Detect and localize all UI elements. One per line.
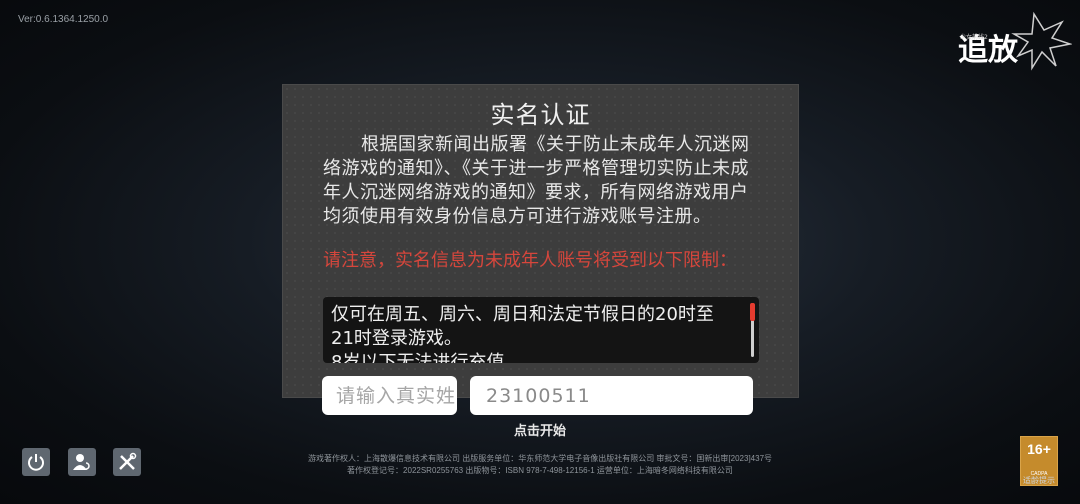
logo-small-text: 少女前线2 xyxy=(960,34,988,41)
power-button[interactable] xyxy=(22,448,50,476)
tools-icon xyxy=(119,452,137,470)
restrictions-box[interactable]: 仅可在周五、周六、周日和法定节假日的20时至21时登录游戏。 8岁以下无法进行充… xyxy=(323,297,759,363)
minor-warning: 请注意，实名信息为未成年人账号将受到以下限制： xyxy=(323,250,737,271)
age-rating-tip: 适龄提示 xyxy=(1023,476,1055,485)
logo-mark: 追放 xyxy=(958,11,1073,71)
dialog-title: 实名认证 xyxy=(490,101,591,129)
policy-notice: 根据国家新闻出版署《关于防止未成年人沉迷网络游戏的通知》、《关于进一步严格管理切… xyxy=(323,134,750,227)
power-icon xyxy=(28,454,44,471)
tools-button[interactable] xyxy=(113,448,141,476)
restrictions-text: 仅可在周五、周六、周日和法定节假日的20时至21时登录游戏。 8岁以下无法进行充… xyxy=(331,304,714,363)
real-name-dialog: 实名认证 根据国家新闻出版署《关于防止未成年人沉迷网络游戏的通知》、《关于进一步… xyxy=(282,84,799,398)
footer-line-2: 著作权登记号：2022SR0255763 出版物号：ISBN 978-7-498… xyxy=(347,466,733,475)
start-button[interactable]: 点击开始 xyxy=(500,420,580,439)
scrollbar-thumb[interactable] xyxy=(750,303,755,321)
name-input[interactable] xyxy=(322,376,457,415)
user-switch-icon xyxy=(73,454,90,470)
account-button[interactable] xyxy=(68,448,96,476)
footer-line-1: 游戏著作权人：上海散爆信息技术有限公司 出版服务单位：华东师范大学电子音像出版社… xyxy=(307,454,773,463)
game-logo: 少女前线2 追放 xyxy=(952,10,1073,72)
age-rating-label: 16+ xyxy=(1027,441,1051,457)
id-number-input[interactable] xyxy=(470,376,753,415)
copyright-footer: 游戏著作权人：上海散爆信息技术有限公司 出版服务单位：华东师范大学电子音像出版社… xyxy=(240,453,840,477)
version-label: Ver:0.6.1364.1250.0 xyxy=(18,14,109,25)
